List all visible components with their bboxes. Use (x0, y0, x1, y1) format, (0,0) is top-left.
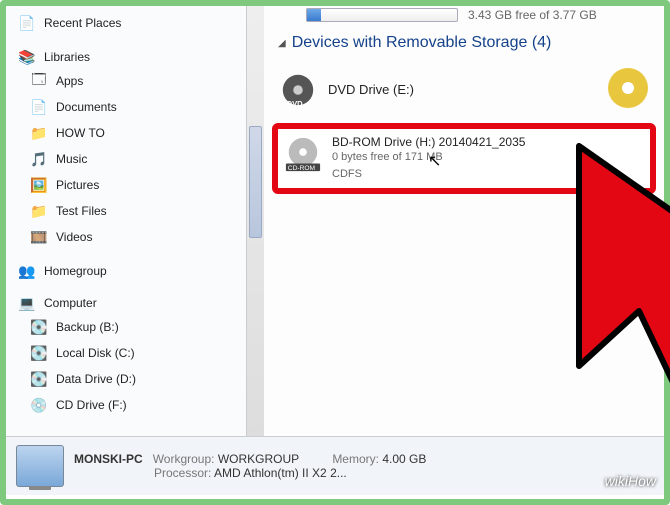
folder-icon: 🗔 (30, 72, 48, 90)
expand-icon: ◢ (278, 38, 286, 49)
sidebar-section-libraries[interactable]: 📚 Libraries (6, 46, 264, 68)
pictures-icon: 🖼️ (30, 176, 48, 194)
drive-icon: 💽 (30, 370, 48, 388)
workgroup-value: WORKGROUP (218, 452, 299, 466)
sidebar-item-howto[interactable]: 📁 HOW TO (6, 120, 264, 146)
libraries-icon: 📚 (18, 48, 36, 66)
label: Recent Places (44, 16, 121, 30)
sidebar-item-datadrive[interactable]: 💽 Data Drive (D:) (6, 366, 264, 392)
memory-value: 4.00 GB (382, 452, 426, 466)
dvd-icon: DVD (278, 73, 318, 107)
disk-usage-row: 3.43 GB free of 3.77 GB (272, 6, 656, 28)
sidebar-scrollbar[interactable] (246, 6, 264, 436)
details-pane: MONSKI-PC Workgroup: WORKGROUP Memory: 4… (6, 436, 664, 495)
disk-free-text: 3.43 GB free of 3.77 GB (468, 8, 597, 22)
main-area: 📄 Recent Places 📚 Libraries 🗔 Apps 📄 Docum… (6, 6, 664, 436)
device-title: BD-ROM Drive (H:) 20140421_2035 (332, 135, 525, 149)
disk-usage-bar (306, 8, 458, 22)
content-pane: 3.43 GB free of 3.77 GB ◢ Devices with R… (264, 6, 664, 436)
device-free-space: 0 bytes free of 171 MB (332, 149, 525, 166)
section-title: Devices with Removable Storage (4) (292, 34, 552, 52)
label: Music (56, 152, 87, 166)
cdrom-icon: CD-ROM (284, 135, 322, 176)
navigation-pane: 📄 Recent Places 📚 Libraries 🗔 Apps 📄 Docum… (6, 6, 264, 436)
svg-text:CD-ROM: CD-ROM (288, 165, 315, 172)
drive-icon: 💽 (30, 318, 48, 336)
sidebar-item-apps[interactable]: 🗔 Apps (6, 68, 264, 94)
recent-icon: 📄 (18, 14, 36, 32)
sidebar-item-recent[interactable]: 📄 Recent Places (6, 10, 264, 36)
label: Apps (56, 74, 83, 88)
svg-text:DVD: DVD (287, 99, 304, 108)
label: Pictures (56, 178, 99, 192)
label: Backup (B:) (56, 320, 119, 334)
sidebar-item-music[interactable]: 🎵 Music (6, 146, 264, 172)
label: Data Drive (D:) (56, 372, 136, 386)
sidebar-section-computer[interactable]: 💻 Computer (6, 292, 264, 314)
label: Homegroup (44, 264, 107, 278)
folder-icon: 📁 (30, 202, 48, 220)
folder-icon: 📁 (30, 124, 48, 142)
device-bdrom-highlighted[interactable]: CD-ROM BD-ROM Drive (H:) 20140421_2035 0… (272, 123, 656, 194)
devices-section-header[interactable]: ◢ Devices with Removable Storage (4) (272, 28, 656, 62)
drive-icon: 💽 (30, 344, 48, 362)
sidebar-section-homegroup[interactable]: 👥 Homegroup (6, 260, 264, 282)
scrollbar-thumb[interactable] (249, 126, 262, 238)
sidebar-item-videos[interactable]: 🎞️ Videos (6, 224, 264, 250)
music-icon: 🎵 (30, 150, 48, 168)
label: Libraries (44, 50, 90, 64)
label: HOW TO (56, 126, 105, 140)
workgroup-label: Workgroup: (153, 452, 215, 466)
label: CD Drive (F:) (56, 398, 127, 412)
label: Local Disk (C:) (56, 346, 135, 360)
label: Computer (44, 296, 97, 310)
disc-icon: 💿 (30, 396, 48, 414)
sidebar-item-documents[interactable]: 📄 Documents (6, 94, 264, 120)
sidebar-item-localdisk[interactable]: 💽 Local Disk (C:) (6, 340, 264, 366)
label: Test Files (56, 204, 107, 218)
label: Videos (56, 230, 92, 244)
watermark: wikiHow (605, 473, 656, 489)
gold-disc-icon (606, 66, 650, 110)
computer-icon: 💻 (18, 294, 36, 312)
computer-large-icon (16, 445, 64, 487)
videos-icon: 🎞️ (30, 228, 48, 246)
device-title: DVD Drive (E:) (328, 82, 414, 97)
sidebar-item-testfiles[interactable]: 📁 Test Files (6, 198, 264, 224)
processor-label: Processor: (154, 466, 211, 480)
sidebar-item-pictures[interactable]: 🖼️ Pictures (6, 172, 264, 198)
device-dvd-drive[interactable]: DVD DVD Drive (E:) (272, 62, 656, 117)
computer-name: MONSKI-PC (74, 452, 143, 466)
homegroup-icon: 👥 (18, 262, 36, 280)
label: Documents (56, 100, 117, 114)
sidebar-item-cddrive[interactable]: 💿 CD Drive (F:) (6, 392, 264, 418)
memory-label: Memory: (332, 452, 379, 466)
processor-value: AMD Athlon(tm) II X2 2... (214, 466, 347, 480)
sidebar-item-backup[interactable]: 💽 Backup (B:) (6, 314, 264, 340)
device-filesystem: CDFS (332, 166, 525, 183)
documents-icon: 📄 (30, 98, 48, 116)
